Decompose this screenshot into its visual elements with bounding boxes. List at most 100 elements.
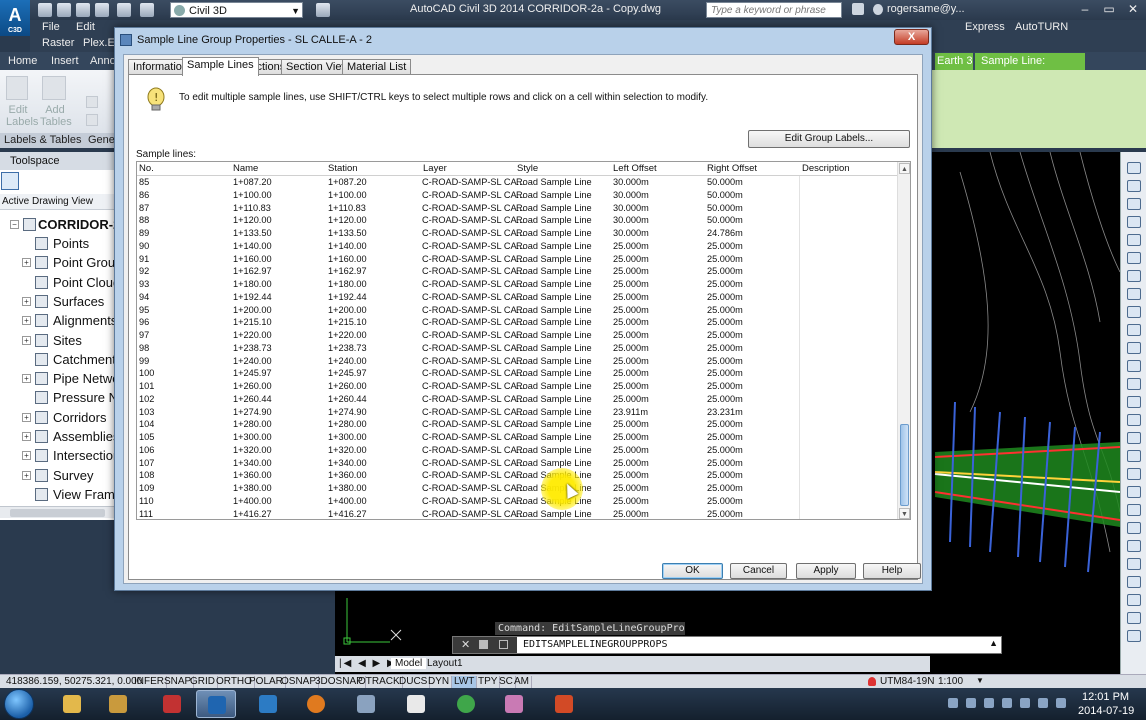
network-icon[interactable] xyxy=(984,698,994,708)
cell-left-offset[interactable]: 25.000m xyxy=(613,418,649,431)
cell-right-offset[interactable]: 50.000m xyxy=(707,214,743,227)
cell-right-offset[interactable]: 25.000m xyxy=(707,291,743,304)
coordinate-system[interactable]: UTM84-19N xyxy=(880,676,934,687)
cell-name[interactable]: 1+320.00 xyxy=(233,444,272,457)
cell-no[interactable]: 109 xyxy=(139,482,154,495)
cell-style[interactable]: Road Sample Line xyxy=(516,457,592,470)
vertical-scrollbar[interactable]: ▲ ▼ xyxy=(897,162,910,519)
table-row[interactable]: 99 1+240.00 1+240.00 C-ROAD-SAMP-SL CA... Ro… xyxy=(137,355,897,368)
cell-station[interactable]: 1+192.44 xyxy=(328,291,367,304)
cell-layer[interactable]: C-ROAD-SAMP-SL CA... xyxy=(422,418,524,431)
col-header-station[interactable]: Station xyxy=(328,163,358,174)
cell-name[interactable]: 1+240.00 xyxy=(233,355,272,368)
cell-style[interactable]: Road Sample Line xyxy=(516,202,592,215)
tool-rect-icon[interactable] xyxy=(1127,216,1141,228)
cell-style[interactable]: Road Sample Line xyxy=(516,380,592,393)
cell-layer[interactable]: C-ROAD-SAMP-SL CA... xyxy=(422,253,524,266)
cell-right-offset[interactable]: 25.000m xyxy=(707,329,743,342)
taskbar-files[interactable] xyxy=(98,690,138,718)
cell-no[interactable]: 106 xyxy=(139,444,154,457)
cell-left-offset[interactable]: 23.911m xyxy=(613,406,648,419)
table-row[interactable]: 85 1+087.20 1+087.20 C-ROAD-SAMP-SL CA... Ro… xyxy=(137,176,897,189)
drawing-canvas[interactable] xyxy=(930,152,1120,674)
cell-style[interactable]: Road Sample Line xyxy=(516,278,592,291)
cell-style[interactable]: Road Sample Line xyxy=(516,240,592,253)
cell-no[interactable]: 108 xyxy=(139,469,154,482)
cell-layer[interactable]: C-ROAD-SAMP-SL CA... xyxy=(422,431,524,444)
tab-layout1[interactable]: Layout1 xyxy=(427,658,463,669)
taskbar-autocad[interactable] xyxy=(248,690,288,718)
expand-icon[interactable]: + xyxy=(22,451,31,461)
cell-name[interactable]: 1+120.00 xyxy=(233,214,272,227)
tree-item[interactable]: + Survey xyxy=(0,466,115,485)
share-icon[interactable] xyxy=(316,3,330,17)
panel-labels-tables[interactable]: Labels & Tables xyxy=(4,134,81,146)
cancel-button[interactable]: Cancel xyxy=(730,563,787,579)
cell-right-offset[interactable]: 24.786m xyxy=(707,227,743,240)
command-line-controls[interactable]: ✕ xyxy=(453,637,517,653)
help-button[interactable]: Help xyxy=(863,563,921,579)
table-row[interactable]: 91 1+160.00 1+160.00 C-ROAD-SAMP-SL CA... Ro… xyxy=(137,253,897,266)
cell-style[interactable]: Road Sample Line xyxy=(516,214,592,227)
cell-no[interactable]: 94 xyxy=(139,291,149,304)
table-row[interactable]: 90 1+140.00 1+140.00 C-ROAD-SAMP-SL CA... Ro… xyxy=(137,240,897,253)
cell-name[interactable]: 1+260.00 xyxy=(233,380,272,393)
cell-left-offset[interactable]: 25.000m xyxy=(613,495,649,508)
cell-no[interactable]: 103 xyxy=(139,406,154,419)
col-header-name[interactable]: Name xyxy=(233,163,258,174)
save-icon[interactable] xyxy=(76,3,90,17)
tool-spline-icon[interactable] xyxy=(1127,288,1141,300)
cell-style[interactable]: Road Sample Line xyxy=(516,342,592,355)
tree-item[interactable]: Catchments xyxy=(0,350,115,369)
table-row[interactable]: 106 1+320.00 1+320.00 C-ROAD-SAMP-SL CA... R… xyxy=(137,444,897,457)
cell-station[interactable]: 1+320.00 xyxy=(328,444,367,457)
cell-left-offset[interactable]: 25.000m xyxy=(613,482,649,495)
cell-station[interactable]: 1+380.00 xyxy=(328,482,367,495)
tool-offset-icon[interactable] xyxy=(1127,504,1141,516)
restore-icon[interactable]: ▭ xyxy=(1098,1,1120,17)
tool-table-icon[interactable] xyxy=(1127,414,1141,426)
cell-style[interactable]: Road Sample Line xyxy=(516,227,592,240)
tool-copy-icon[interactable] xyxy=(1127,468,1141,480)
cell-station[interactable]: 1+280.00 xyxy=(328,418,367,431)
cell-right-offset[interactable]: 25.000m xyxy=(707,380,743,393)
monitor-icon[interactable] xyxy=(1020,698,1030,708)
tool-erase-icon[interactable] xyxy=(1127,450,1141,462)
tool-ellipse-icon[interactable] xyxy=(1127,306,1141,318)
volume-icon[interactable] xyxy=(1056,698,1066,708)
edit-group-labels-button[interactable]: Edit Group Labels... xyxy=(748,130,910,148)
tool-line-icon[interactable] xyxy=(1127,162,1141,174)
table-row[interactable]: 109 1+380.00 1+380.00 C-ROAD-SAMP-SL CA... R… xyxy=(137,482,897,495)
expand-icon[interactable]: + xyxy=(22,296,31,306)
binoculars-icon[interactable] xyxy=(852,3,864,15)
dialog-close-button[interactable]: X xyxy=(894,29,929,45)
status-toggle[interactable]: AM xyxy=(512,676,532,688)
cell-style[interactable]: Road Sample Line xyxy=(516,316,592,329)
cell-no[interactable]: 105 xyxy=(139,431,154,444)
table-row[interactable]: 104 1+280.00 1+280.00 C-ROAD-SAMP-SL CA... R… xyxy=(137,418,897,431)
add-tables-button[interactable]: Add Tables xyxy=(40,104,72,128)
tool-region-icon[interactable] xyxy=(1127,396,1141,408)
cell-layer[interactable]: C-ROAD-SAMP-SL CA... xyxy=(422,227,524,240)
cell-right-offset[interactable]: 25.000m xyxy=(707,457,743,470)
cell-left-offset[interactable]: 25.000m xyxy=(613,367,649,380)
lock-icon[interactable] xyxy=(868,677,876,686)
cell-name[interactable]: 1+133.50 xyxy=(233,227,272,240)
horizontal-scrollbar[interactable] xyxy=(0,506,115,518)
col-header-right-offset[interactable]: Right Offset xyxy=(707,163,757,174)
col-header-style[interactable]: Style xyxy=(517,163,538,174)
status-toggle[interactable]: LWT xyxy=(452,676,478,688)
cell-station[interactable]: 1+260.44 xyxy=(328,393,367,406)
user-name[interactable]: rogersame@y... xyxy=(887,3,965,15)
table-row[interactable]: 95 1+200.00 1+200.00 C-ROAD-SAMP-SL CA... Ro… xyxy=(137,304,897,317)
cell-station[interactable]: 1+220.00 xyxy=(328,329,367,342)
cell-no[interactable]: 86 xyxy=(139,189,149,202)
cell-right-offset[interactable]: 25.000m xyxy=(707,469,743,482)
cell-layer[interactable]: C-ROAD-SAMP-SL CA... xyxy=(422,278,524,291)
table-row[interactable]: 105 1+300.00 1+300.00 C-ROAD-SAMP-SL CA... R… xyxy=(137,431,897,444)
collapse-icon[interactable]: − xyxy=(10,220,19,229)
cell-right-offset[interactable]: 25.000m xyxy=(707,355,743,368)
cell-station[interactable]: 1+215.10 xyxy=(328,316,367,329)
col-header-left-offset[interactable]: Left Offset xyxy=(613,163,657,174)
cell-layer[interactable]: C-ROAD-SAMP-SL CA... xyxy=(422,291,524,304)
